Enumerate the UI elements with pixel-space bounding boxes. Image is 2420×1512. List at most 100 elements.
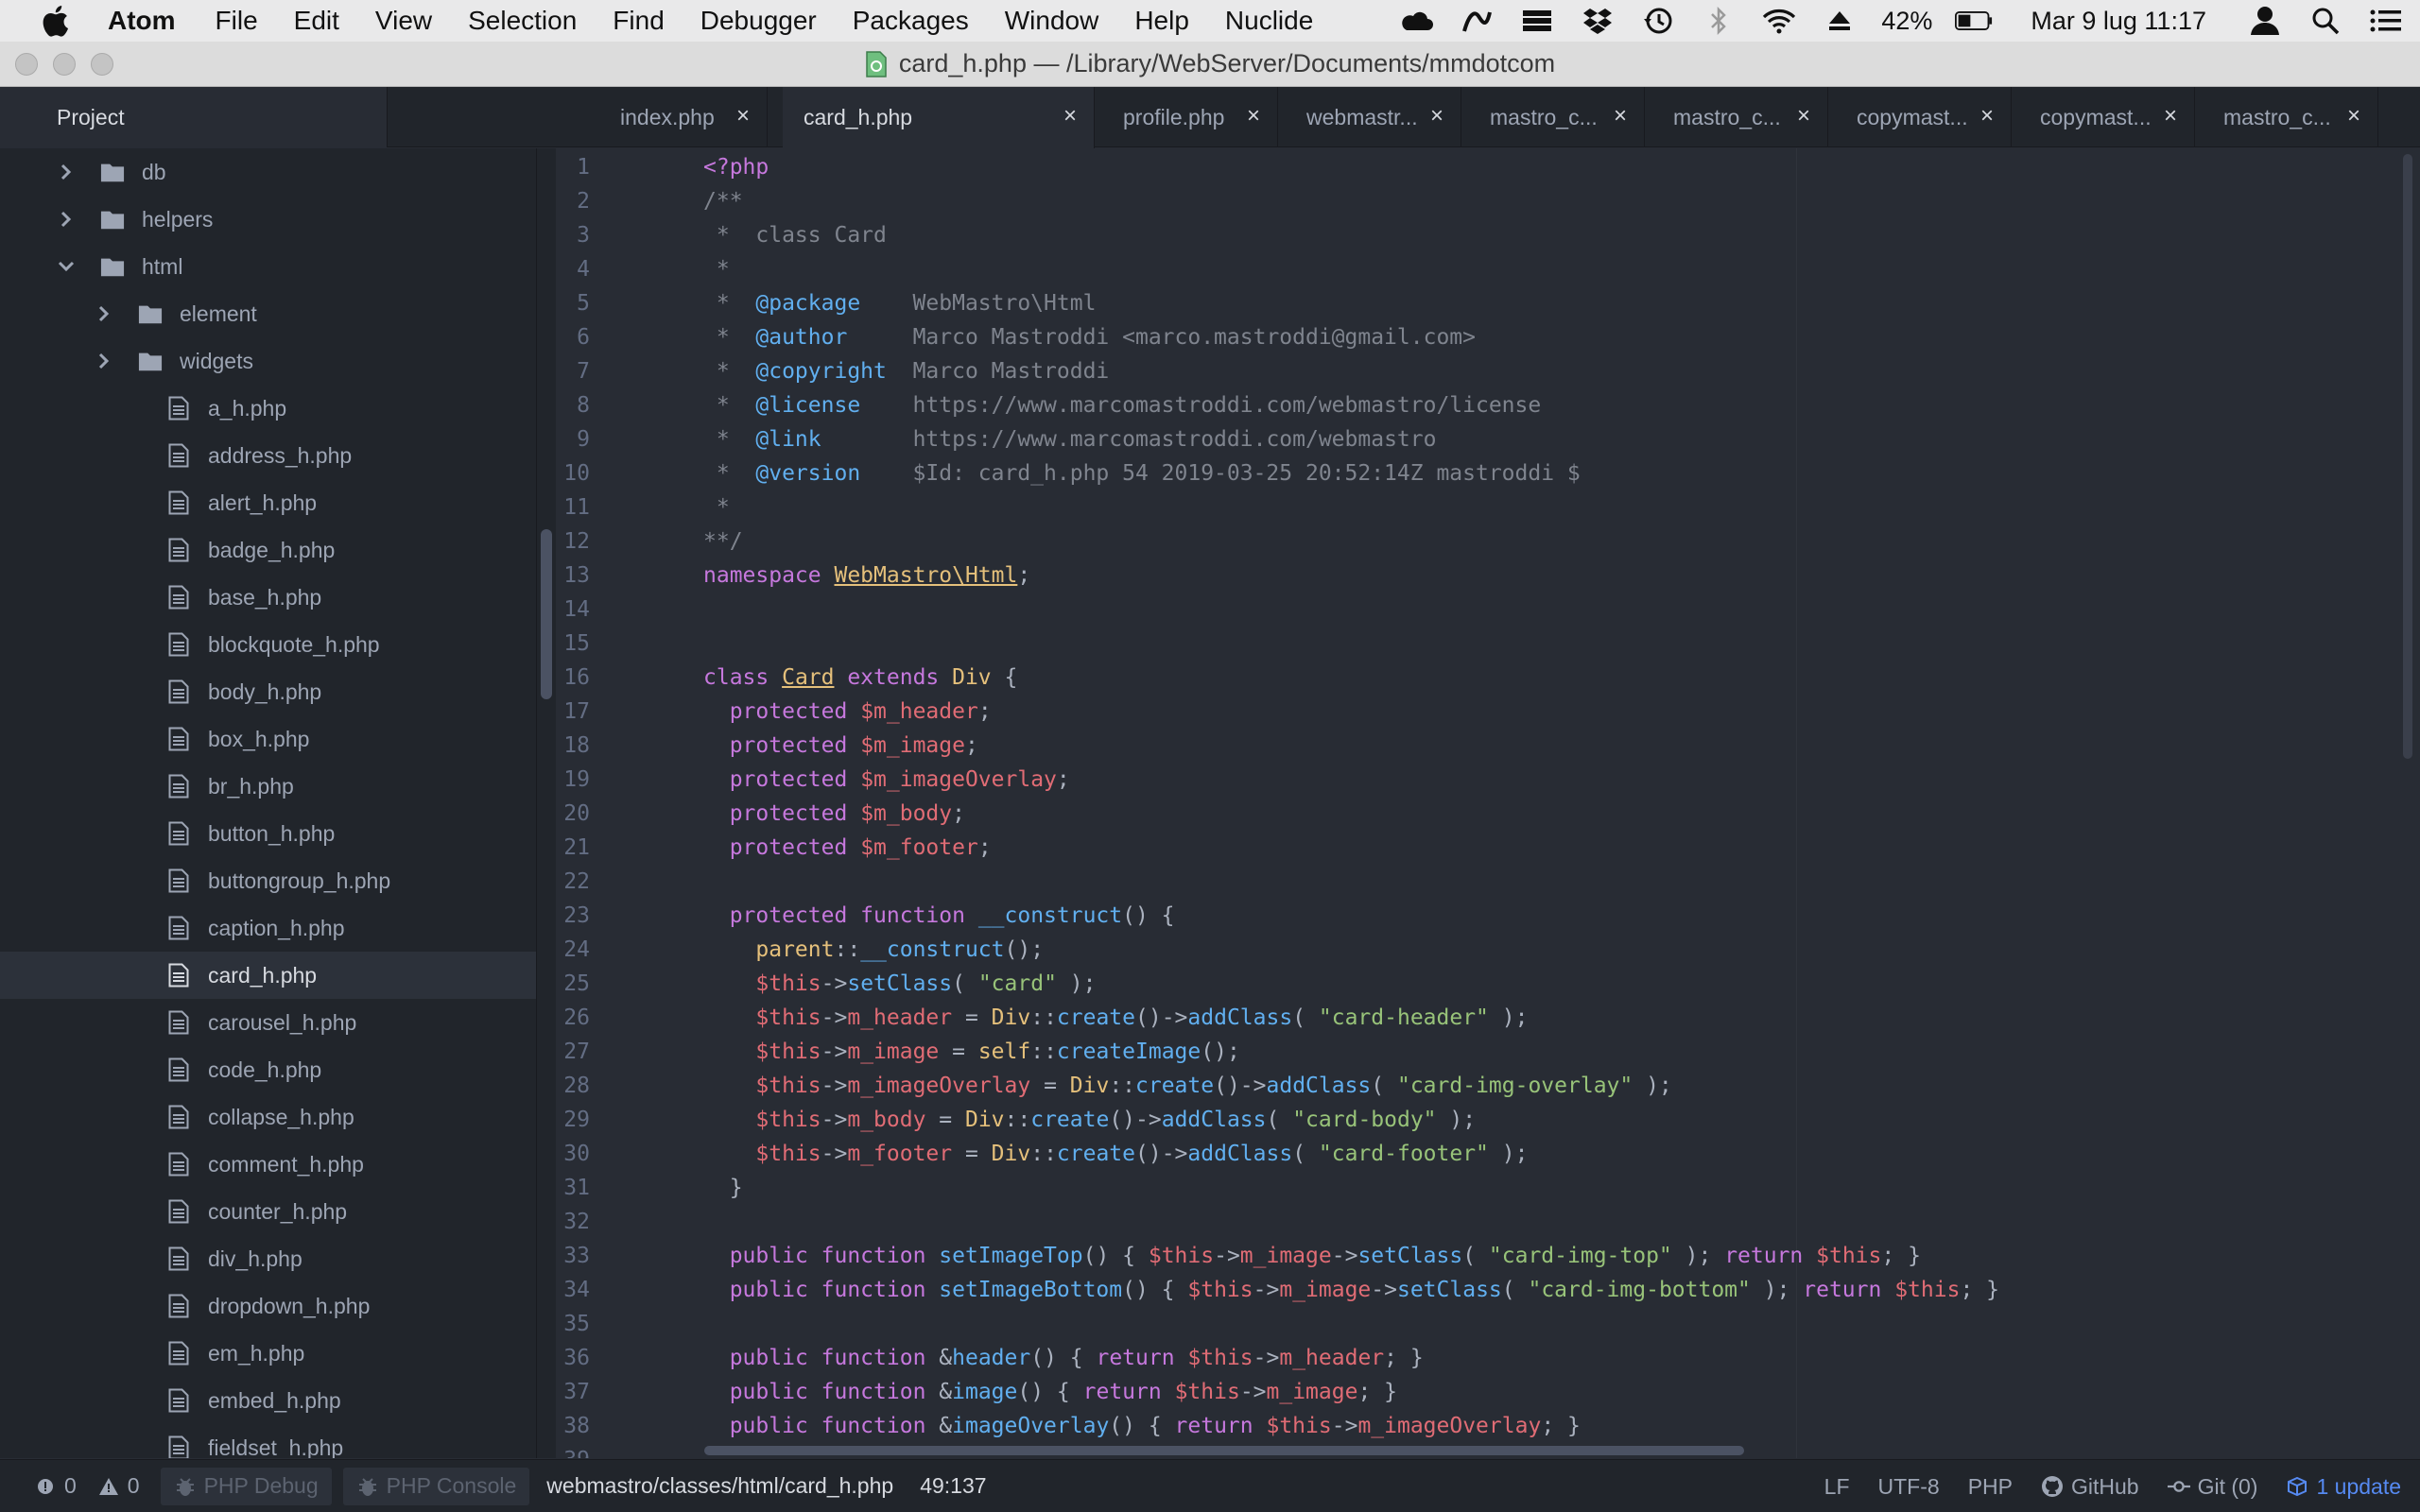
spotlight-search-icon[interactable]: [2307, 6, 2344, 36]
close-tab-icon[interactable]: ×: [1426, 105, 1447, 128]
code-line[interactable]: $this->m_imageOverlay = Div::create()->a…: [703, 1069, 1671, 1103]
close-tab-icon[interactable]: ×: [1977, 105, 1997, 128]
tree-item[interactable]: collapse_h.php: [0, 1093, 536, 1141]
github-button[interactable]: GitHub: [2041, 1460, 2139, 1512]
tab-mastro-c-1[interactable]: mastro_c... ×: [1469, 87, 1645, 147]
vertical-scrollbar[interactable]: [2403, 154, 2412, 759]
php-debug-button[interactable]: PHP Debug: [160, 1467, 332, 1505]
close-tab-icon[interactable]: ×: [1610, 105, 1631, 128]
tree-item[interactable]: buttongroup_h.php: [0, 857, 536, 904]
wifi-icon[interactable]: [1760, 6, 1798, 36]
tab-mastro-c-2[interactable]: mastro_c... ×: [1652, 87, 1828, 147]
code-line[interactable]: *: [703, 252, 730, 286]
git-button[interactable]: Git (0): [2167, 1460, 2257, 1512]
tab-copymast-2[interactable]: copymast... ×: [2019, 87, 2195, 147]
dropbox-icon[interactable]: [1579, 6, 1616, 36]
tree-item[interactable]: caption_h.php: [0, 904, 536, 952]
time-machine-icon[interactable]: [1639, 6, 1677, 36]
tree-item[interactable]: counter_h.php: [0, 1188, 536, 1235]
tree-item[interactable]: body_h.php: [0, 668, 536, 715]
tree-item[interactable]: br_h.php: [0, 763, 536, 810]
code-line[interactable]: * @author Marco Mastroddi <marco.mastrod…: [703, 320, 1476, 354]
code-line[interactable]: * @package WebMastro\Html: [703, 286, 1097, 320]
tree-item[interactable]: html: [0, 243, 536, 290]
code-line[interactable]: <?php: [703, 150, 769, 184]
code-line[interactable]: $this->m_image = self::createImage();: [703, 1035, 1239, 1069]
tree-item[interactable]: em_h.php: [0, 1330, 536, 1377]
code-line[interactable]: protected function __construct() {: [703, 899, 1175, 933]
zoom-window-button[interactable]: [91, 53, 113, 76]
cursor-position[interactable]: 49:137: [920, 1460, 986, 1512]
close-tab-icon[interactable]: ×: [1060, 105, 1080, 128]
tab-mastro-c-3[interactable]: mastro_c... ×: [2203, 87, 2378, 147]
code-line[interactable]: * @license https://www.marcomastroddi.co…: [703, 388, 1541, 422]
code-line[interactable]: $this->setClass( "card" );: [703, 967, 1096, 1001]
code-line[interactable]: $this->m_footer = Div::create()->addClas…: [703, 1137, 1528, 1171]
tree-item[interactable]: dropdown_h.php: [0, 1282, 536, 1330]
tab-index-php[interactable]: index.php ×: [599, 87, 768, 147]
minimize-window-button[interactable]: [53, 53, 76, 76]
grammar-selector[interactable]: PHP: [1968, 1460, 2013, 1512]
linter-warnings[interactable]: 0: [97, 1460, 140, 1512]
code-line[interactable]: $this->m_header = Div::create()->addClas…: [703, 1001, 1528, 1035]
code-line[interactable]: protected $m_footer;: [703, 831, 992, 865]
close-window-button[interactable]: [15, 53, 38, 76]
tab-profile-php[interactable]: profile.php ×: [1102, 87, 1278, 147]
apple-menu-icon[interactable]: [38, 4, 72, 38]
pen-icon[interactable]: [1458, 6, 1495, 36]
tree-item[interactable]: base_h.php: [0, 574, 536, 621]
tree-item[interactable]: fieldset_h.php: [0, 1424, 536, 1458]
code-line[interactable]: * @copyright Marco Mastroddi: [703, 354, 1109, 388]
tree-item[interactable]: db: [0, 148, 536, 196]
menu-packages[interactable]: Packages: [853, 6, 969, 36]
menu-find[interactable]: Find: [613, 6, 664, 36]
horizontal-scrollbar[interactable]: [704, 1446, 1744, 1455]
tab-card-h-php[interactable]: card_h.php ×: [783, 87, 1095, 148]
tree-item[interactable]: address_h.php: [0, 432, 536, 479]
code-line[interactable]: public function setImageBottom() { $this…: [703, 1273, 1999, 1307]
tree-item[interactable]: comment_h.php: [0, 1141, 536, 1188]
code-line[interactable]: parent::__construct();: [703, 933, 1044, 967]
code-line[interactable]: * @version $Id: card_h.php 54 2019-03-25…: [703, 456, 1581, 490]
tree-item[interactable]: carousel_h.php: [0, 999, 536, 1046]
code-line[interactable]: **/: [703, 524, 743, 558]
package-update-button[interactable]: 1 update: [2286, 1460, 2401, 1512]
close-tab-icon[interactable]: ×: [1243, 105, 1264, 128]
menu-selection[interactable]: Selection: [468, 6, 577, 36]
code-line[interactable]: *: [703, 490, 730, 524]
code-line[interactable]: }: [703, 1171, 743, 1205]
tree-item[interactable]: div_h.php: [0, 1235, 536, 1282]
code-line[interactable]: $this->m_body = Div::create()->addClass(…: [703, 1103, 1476, 1137]
tab-project[interactable]: Project: [0, 87, 388, 147]
eject-icon[interactable]: [1821, 6, 1858, 36]
chevron-right-icon[interactable]: [93, 302, 115, 325]
tree-item[interactable]: alert_h.php: [0, 479, 536, 526]
chevron-right-icon[interactable]: [55, 161, 78, 183]
bluetooth-icon[interactable]: [1700, 6, 1737, 36]
code-line[interactable]: * class Card: [703, 218, 887, 252]
tree-item[interactable]: badge_h.php: [0, 526, 536, 574]
code-line[interactable]: namespace WebMastro\Html;: [703, 558, 1030, 593]
tree-scrollbar-thumb[interactable]: [541, 529, 552, 699]
menu-app-atom[interactable]: Atom: [108, 6, 176, 36]
code-line[interactable]: /**: [703, 184, 743, 218]
chevron-right-icon[interactable]: [93, 350, 115, 372]
tree-item[interactable]: a_h.php: [0, 385, 536, 432]
close-tab-icon[interactable]: ×: [2160, 105, 2181, 128]
tree-item[interactable]: card_h.php: [0, 952, 536, 999]
code-line[interactable]: protected $m_header;: [703, 695, 992, 729]
code-line[interactable]: * @link https://www.marcomastroddi.com/w…: [703, 422, 1437, 456]
code-line[interactable]: protected $m_image;: [703, 729, 978, 763]
menu-file[interactable]: File: [216, 6, 258, 36]
encoding-selector[interactable]: UTF-8: [1878, 1460, 1940, 1512]
tab-copymast-1[interactable]: copymast... ×: [1836, 87, 2012, 147]
cloud-icon[interactable]: [1397, 6, 1435, 36]
chevron-right-icon[interactable]: [55, 208, 78, 231]
tree-item[interactable]: box_h.php: [0, 715, 536, 763]
user-icon[interactable]: [2246, 6, 2284, 36]
code-line[interactable]: public function &header() { return $this…: [703, 1341, 1424, 1375]
menu-debugger[interactable]: Debugger: [700, 6, 817, 36]
tree-item[interactable]: code_h.php: [0, 1046, 536, 1093]
menu-window[interactable]: Window: [1005, 6, 1099, 36]
code-line[interactable]: protected $m_body;: [703, 797, 965, 831]
